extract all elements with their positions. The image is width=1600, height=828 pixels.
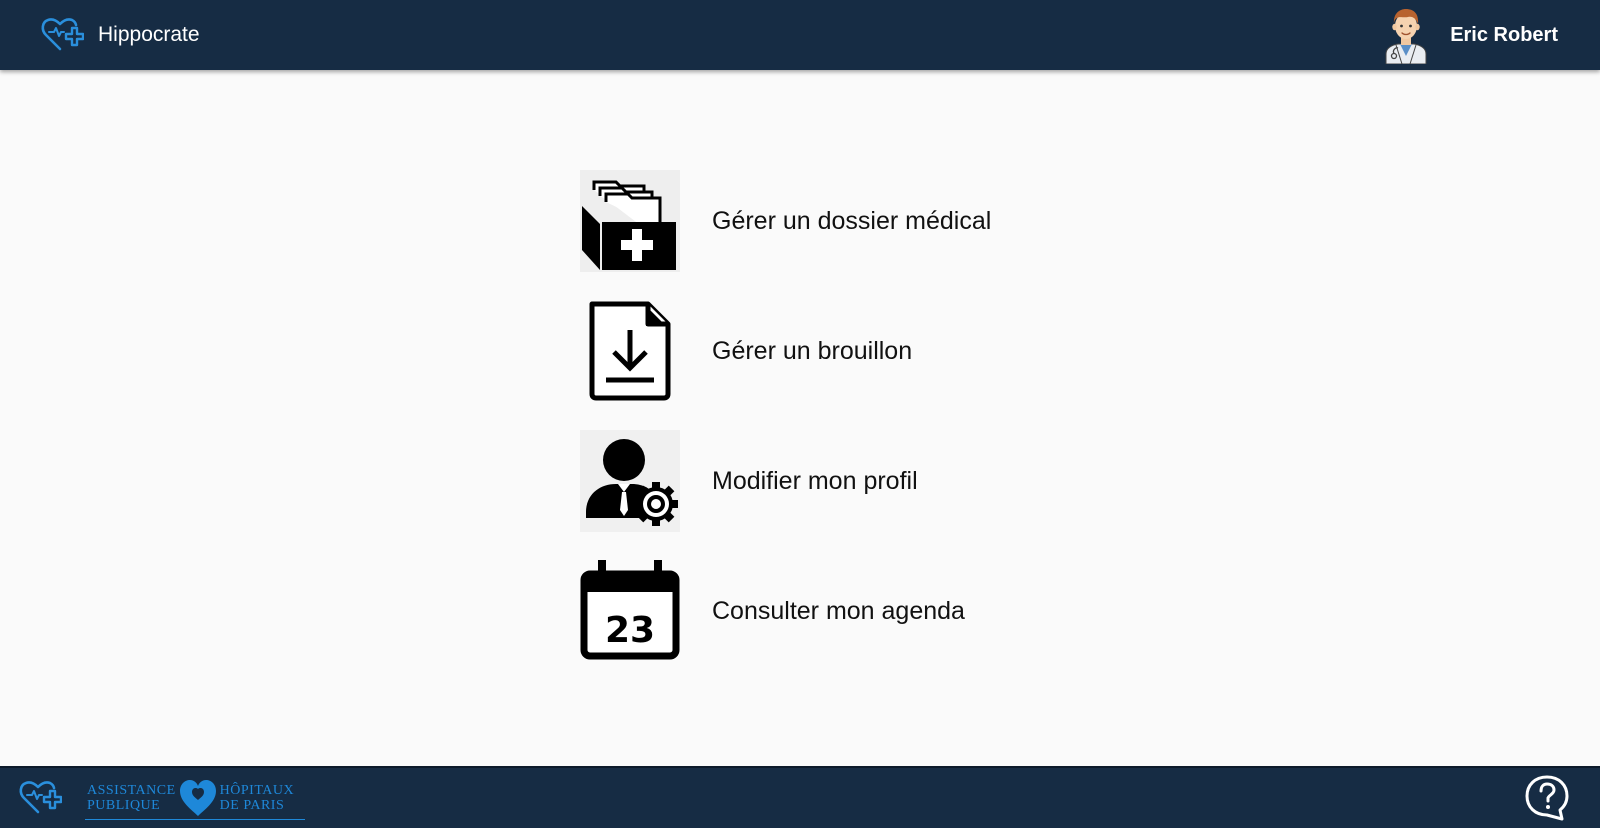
- doctor-avatar-icon: [1385, 9, 1427, 64]
- calendar-icon: 23: [580, 560, 680, 662]
- help-bubble-icon: [1525, 775, 1569, 821]
- aphp-logo: ASSISTANCE PUBLIQUE HÔPITAUX DE PARIS: [87, 778, 294, 818]
- menu-item-edit-profile[interactable]: Modifier mon profil: [580, 430, 1060, 532]
- top-app-bar: Hippocrate Eric Robert: [0, 0, 1600, 70]
- menu-item-label: Gérer un dossier médical: [712, 206, 992, 235]
- aphp-heart-icon: [179, 780, 216, 816]
- medical-folder-icon: [580, 170, 680, 272]
- main-menu: Gérer un dossier médical Gérer un brouil…: [580, 170, 1060, 662]
- menu-item-label: Consulter mon agenda: [712, 596, 965, 625]
- app-name: Hippocrate: [98, 23, 200, 46]
- user-menu[interactable]: Eric Robert: [1382, 6, 1558, 64]
- menu-item-label: Gérer un brouillon: [712, 336, 913, 365]
- aphp-publique: PUBLIQUE: [87, 798, 161, 813]
- heart-cross-icon: [19, 781, 62, 814]
- aphp-assistance: ASSISTANCE: [87, 783, 176, 798]
- aphp-de-paris: DE PARIS: [219, 798, 285, 813]
- aphp-underline: [85, 819, 305, 820]
- document-download-icon: [580, 300, 680, 402]
- menu-item-drafts[interactable]: Gérer un brouillon: [580, 300, 1060, 402]
- calendar-day-number: 23: [605, 610, 655, 651]
- footer-bar: ASSISTANCE PUBLIQUE HÔPITAUX DE PARIS: [0, 766, 1600, 828]
- aphp-text-right: HÔPITAUX DE PARIS: [220, 783, 294, 813]
- menu-item-medical-record[interactable]: Gérer un dossier médical: [580, 170, 1060, 272]
- user-settings-icon: [580, 430, 680, 532]
- menu-item-label: Modifier mon profil: [712, 466, 918, 495]
- help-button[interactable]: [1524, 775, 1570, 821]
- aphp-hopitaux: HÔPITAUX: [219, 783, 295, 798]
- menu-item-agenda[interactable]: 23 Consulter mon agenda: [580, 560, 1060, 662]
- user-name: Eric Robert: [1450, 23, 1558, 46]
- aphp-text-left: ASSISTANCE PUBLIQUE: [87, 783, 176, 813]
- brand-home-link[interactable]: Hippocrate: [40, 13, 200, 57]
- heart-cross-icon: [41, 18, 84, 51]
